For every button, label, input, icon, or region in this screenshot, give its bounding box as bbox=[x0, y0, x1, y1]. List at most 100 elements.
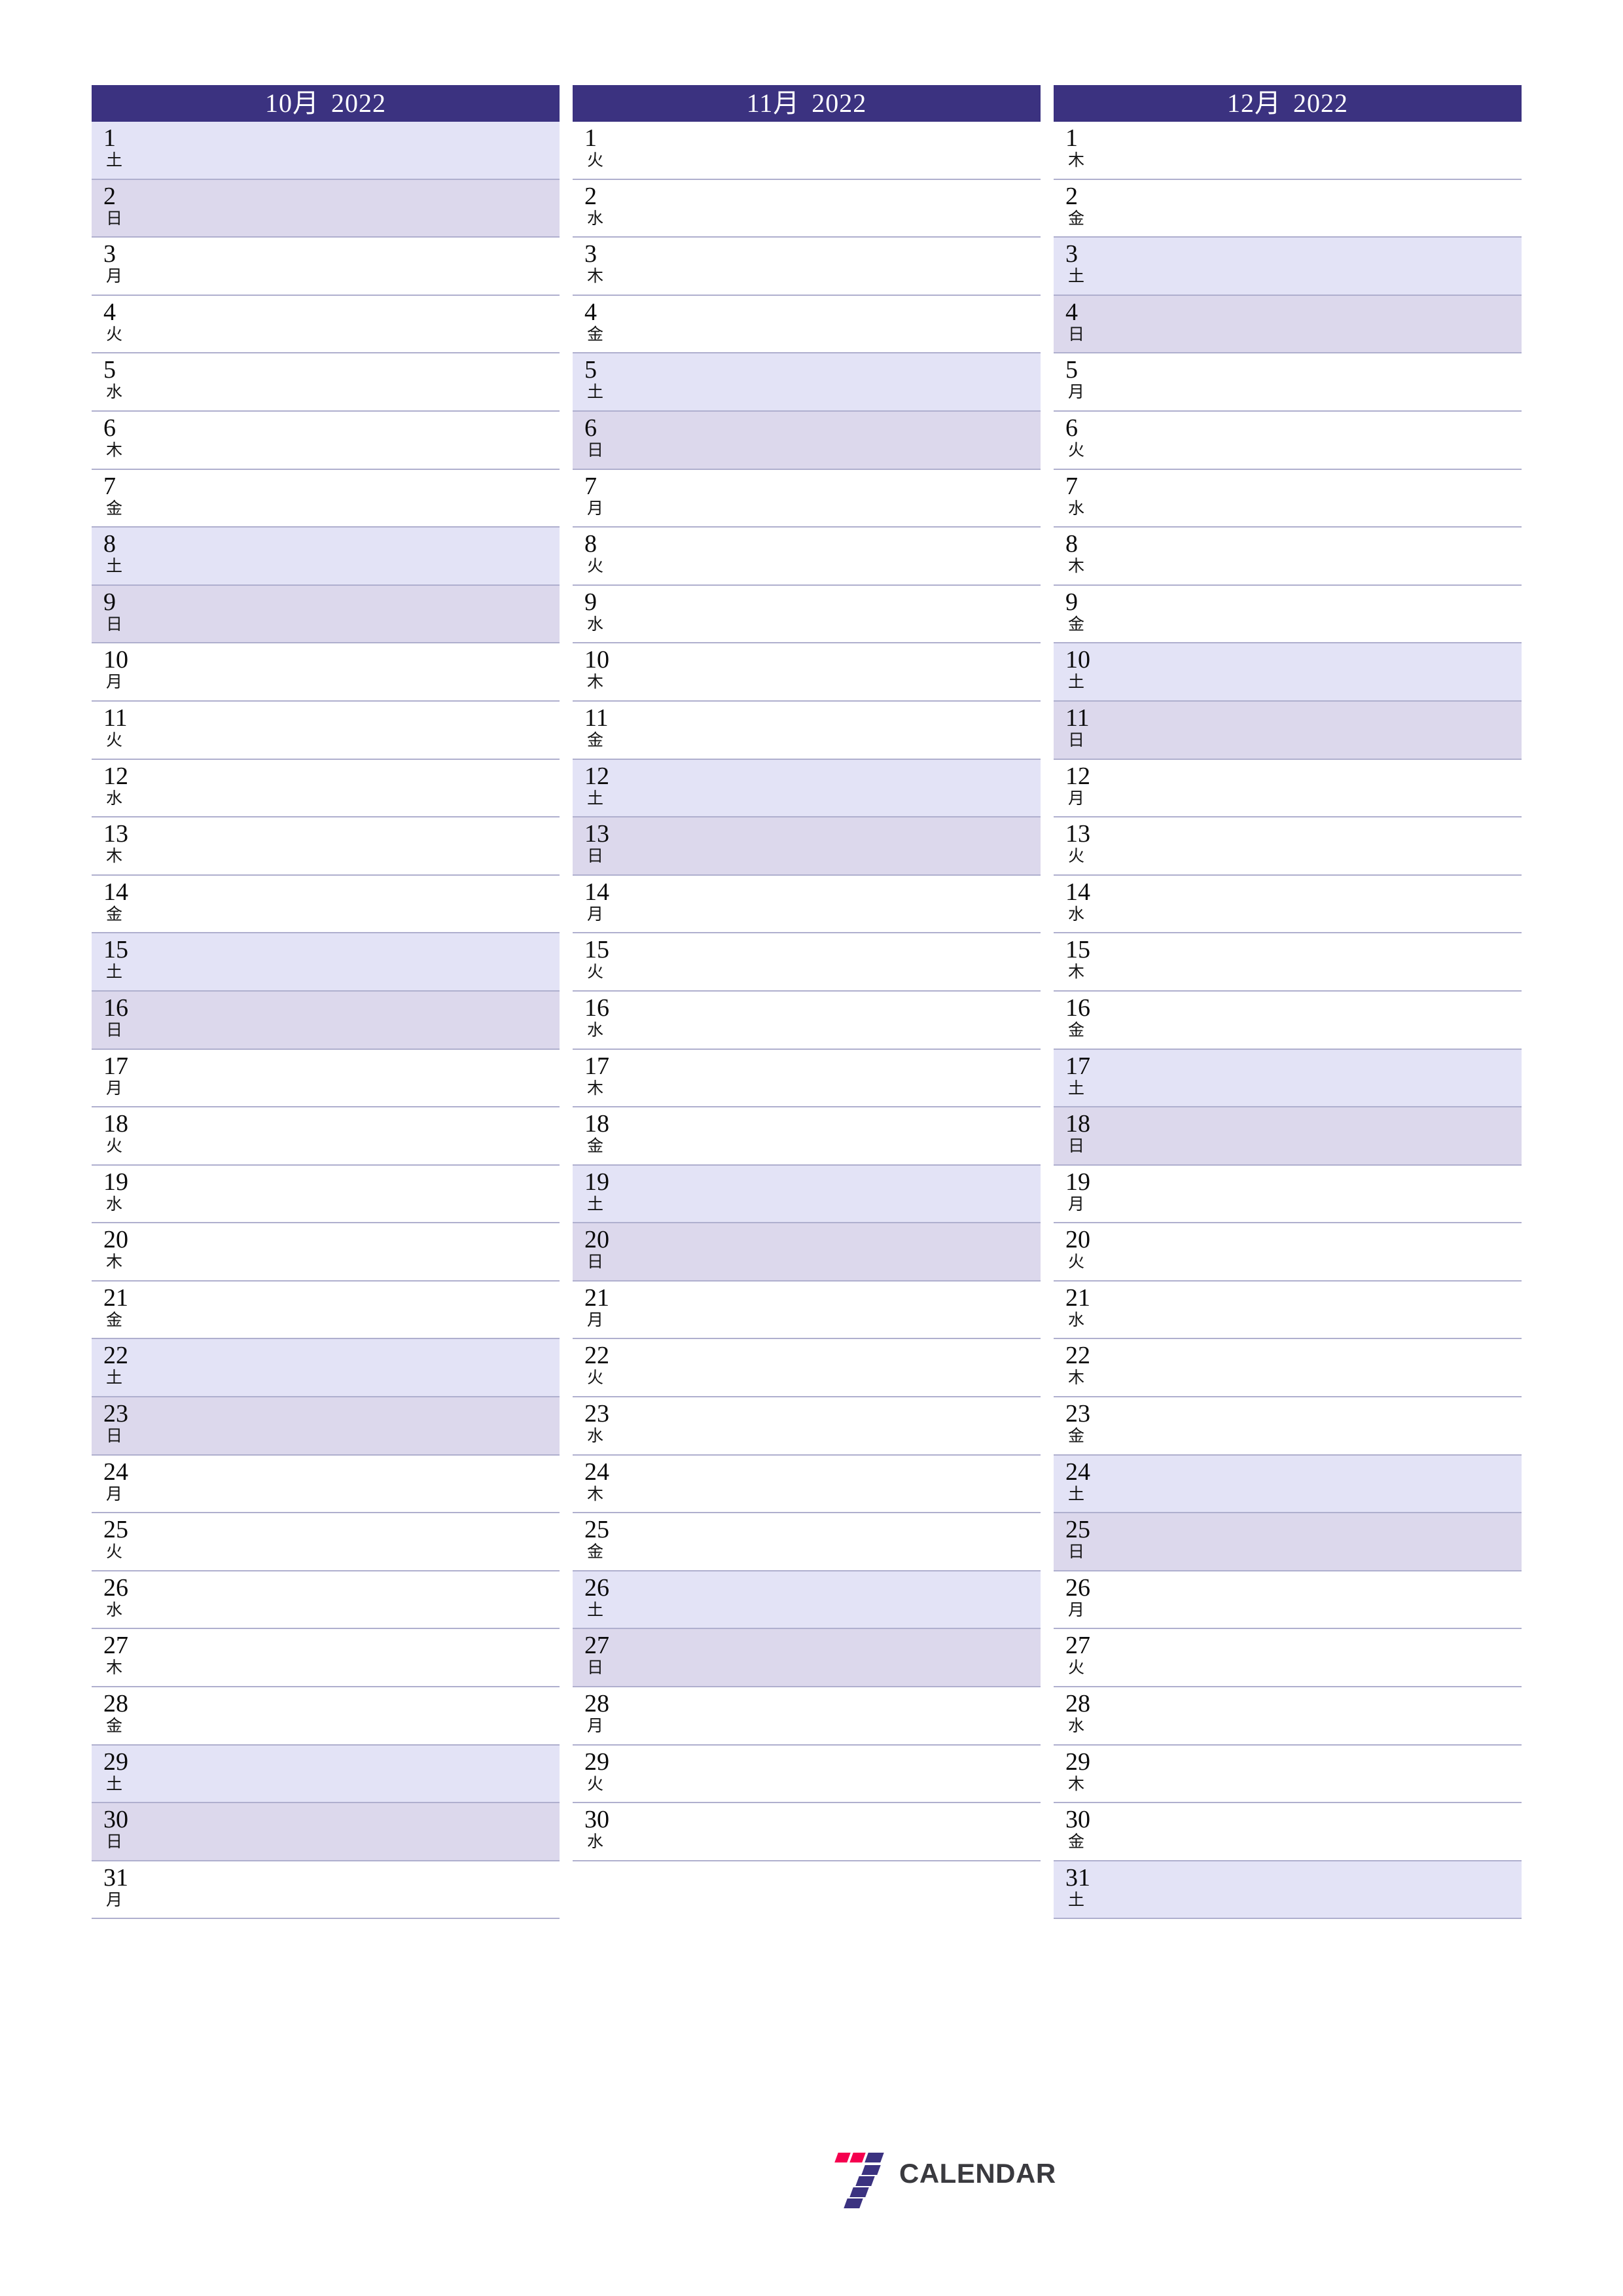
day-row[interactable]: 6木 bbox=[92, 411, 560, 470]
day-row[interactable]: 13 火 bbox=[1054, 817, 1522, 876]
day-row[interactable]: 30 日 bbox=[92, 1803, 560, 1861]
day-row[interactable]: 27 火 bbox=[1054, 1629, 1522, 1688]
day-row[interactable]: 10 月 bbox=[92, 643, 560, 702]
day-row[interactable]: 19 月 bbox=[1054, 1165, 1522, 1224]
day-row[interactable]: 12 土 bbox=[573, 759, 1041, 818]
day-row[interactable]: 14 金 bbox=[92, 875, 560, 934]
day-row[interactable]: 15 木 bbox=[1054, 933, 1522, 992]
day-row[interactable]: 12 月 bbox=[1054, 759, 1522, 818]
day-row[interactable]: 1土 bbox=[92, 122, 560, 180]
day-weekday-label: 土 bbox=[106, 1775, 123, 1793]
day-row[interactable]: 1火 bbox=[573, 122, 1041, 180]
day-row[interactable]: 30 水 bbox=[573, 1803, 1041, 1861]
day-row[interactable]: 21 水 bbox=[1054, 1281, 1522, 1340]
day-row[interactable]: 17 木 bbox=[573, 1049, 1041, 1108]
day-row[interactable]: 29 木 bbox=[1054, 1745, 1522, 1804]
day-row[interactable]: 27 木 bbox=[92, 1629, 560, 1688]
day-row[interactable]: 23 金 bbox=[1054, 1397, 1522, 1456]
day-row[interactable]: 23 日 bbox=[92, 1397, 560, 1456]
day-number: 24 bbox=[103, 1458, 128, 1486]
day-row[interactable]: 24 土 bbox=[1054, 1455, 1522, 1514]
day-row[interactable]: 7金 bbox=[92, 469, 560, 528]
day-row[interactable]: 19 土 bbox=[573, 1165, 1041, 1224]
day-row[interactable]: 3木 bbox=[573, 238, 1041, 296]
day-row[interactable]: 26 水 bbox=[92, 1571, 560, 1630]
day-number: 8 bbox=[584, 530, 597, 558]
day-row[interactable]: 18 日 bbox=[1054, 1107, 1522, 1166]
day-row[interactable]: 3土 bbox=[1054, 238, 1522, 296]
day-row[interactable]: 13 日 bbox=[573, 817, 1041, 876]
day-row[interactable]: 8木 bbox=[1054, 528, 1522, 586]
day-row[interactable]: 31 月 bbox=[92, 1861, 560, 1920]
day-row[interactable]: 22 土 bbox=[92, 1339, 560, 1398]
day-row[interactable]: 31 土 bbox=[1054, 1861, 1522, 1920]
day-row[interactable]: 29 火 bbox=[573, 1745, 1041, 1804]
day-row[interactable]: 12 水 bbox=[92, 759, 560, 818]
day-row[interactable]: 21 月 bbox=[573, 1281, 1041, 1340]
day-row[interactable]: 22 木 bbox=[1054, 1339, 1522, 1398]
day-row[interactable]: 28 金 bbox=[92, 1687, 560, 1746]
day-row[interactable]: 14 水 bbox=[1054, 875, 1522, 934]
day-row[interactable]: 5月 bbox=[1054, 353, 1522, 412]
day-row[interactable]: 25 金 bbox=[573, 1513, 1041, 1571]
day-number: 8 bbox=[1065, 530, 1078, 558]
day-row[interactable]: 17 土 bbox=[1054, 1049, 1522, 1108]
day-row[interactable]: 9水 bbox=[573, 585, 1041, 644]
day-row[interactable]: 8土 bbox=[92, 528, 560, 586]
day-row[interactable]: 26 月 bbox=[1054, 1571, 1522, 1630]
day-row[interactable]: 10 土 bbox=[1054, 643, 1522, 702]
day-row[interactable]: 8火 bbox=[573, 528, 1041, 586]
day-row[interactable]: 30 金 bbox=[1054, 1803, 1522, 1861]
day-row[interactable]: 20 木 bbox=[92, 1223, 560, 1282]
day-row[interactable]: 11 日 bbox=[1054, 701, 1522, 760]
day-row[interactable]: 16 水 bbox=[573, 991, 1041, 1050]
day-row[interactable]: 18 火 bbox=[92, 1107, 560, 1166]
day-row[interactable]: 21 金 bbox=[92, 1281, 560, 1340]
day-row[interactable]: 7水 bbox=[1054, 469, 1522, 528]
day-row[interactable]: 19 水 bbox=[92, 1165, 560, 1224]
day-number: 15 bbox=[584, 936, 609, 964]
month-year-december: 2022 bbox=[1293, 88, 1348, 118]
day-row[interactable]: 24 月 bbox=[92, 1455, 560, 1514]
day-row[interactable]: 11 金 bbox=[573, 701, 1041, 760]
day-row[interactable]: 9金 bbox=[1054, 585, 1522, 644]
day-row[interactable]: 28 水 bbox=[1054, 1687, 1522, 1746]
day-row[interactable]: 23 水 bbox=[573, 1397, 1041, 1456]
day-row[interactable]: 14 月 bbox=[573, 875, 1041, 934]
day-row[interactable]: 29 土 bbox=[92, 1745, 560, 1804]
day-row[interactable]: 16 日 bbox=[92, 991, 560, 1050]
day-row[interactable]: 6火 bbox=[1054, 411, 1522, 470]
day-row[interactable]: 4火 bbox=[92, 295, 560, 354]
day-row[interactable]: 2水 bbox=[573, 179, 1041, 238]
day-row[interactable]: 9日 bbox=[92, 585, 560, 644]
day-row[interactable]: 6日 bbox=[573, 411, 1041, 470]
day-row[interactable]: 17 月 bbox=[92, 1049, 560, 1108]
day-row[interactable]: 15 土 bbox=[92, 933, 560, 992]
day-row[interactable]: 25 火 bbox=[92, 1513, 560, 1571]
day-row[interactable]: 27 日 bbox=[573, 1629, 1041, 1688]
day-row[interactable]: 20 火 bbox=[1054, 1223, 1522, 1282]
day-row[interactable]: 16 金 bbox=[1054, 991, 1522, 1050]
day-row[interactable]: 2日 bbox=[92, 179, 560, 238]
day-row[interactable]: 18 金 bbox=[573, 1107, 1041, 1166]
day-row[interactable]: 5水 bbox=[92, 353, 560, 412]
day-number: 7 bbox=[103, 472, 116, 500]
day-row[interactable]: 4金 bbox=[573, 295, 1041, 354]
day-row[interactable]: 1木 bbox=[1054, 122, 1522, 180]
day-row[interactable]: 10 木 bbox=[573, 643, 1041, 702]
day-row[interactable]: 4日 bbox=[1054, 295, 1522, 354]
day-row[interactable]: 13 木 bbox=[92, 817, 560, 876]
day-row[interactable]: 20 日 bbox=[573, 1223, 1041, 1282]
day-row[interactable]: 11 火 bbox=[92, 701, 560, 760]
day-row[interactable]: 2金 bbox=[1054, 179, 1522, 238]
day-row[interactable]: 7月 bbox=[573, 469, 1041, 528]
day-row[interactable]: 28 月 bbox=[573, 1687, 1041, 1746]
day-row[interactable]: 15 火 bbox=[573, 933, 1041, 992]
day-row[interactable]: 5土 bbox=[573, 353, 1041, 412]
day-row[interactable]: 22 火 bbox=[573, 1339, 1041, 1398]
day-row[interactable]: 24 木 bbox=[573, 1455, 1041, 1514]
day-number: 3 bbox=[103, 240, 116, 268]
day-row[interactable]: 25 日 bbox=[1054, 1513, 1522, 1571]
day-row[interactable]: 26 土 bbox=[573, 1571, 1041, 1630]
day-row[interactable]: 3月 bbox=[92, 238, 560, 296]
